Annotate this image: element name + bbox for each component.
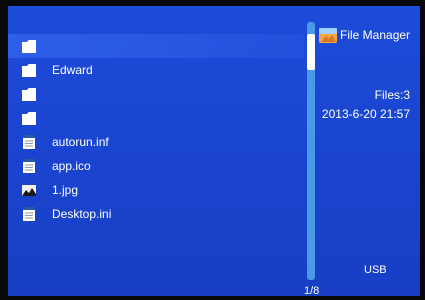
file-manager-icon [319,28,337,43]
file-name: autorun.inf [52,135,109,149]
app-header: File Manager [318,26,420,48]
document-icon [23,207,35,221]
files-count: Files:3 [374,88,410,102]
file-list-item-folder-1[interactable] [8,34,304,58]
file-list-item-folder-4[interactable] [8,106,304,130]
file-name: 1.jpg [52,183,79,197]
file-name: app.ico [52,159,91,173]
file-list-item-autorun[interactable]: autorun.inf [8,130,304,154]
image-icon [22,185,36,196]
file-list-item-app-ico[interactable]: app.ico [8,154,304,178]
scrollbar-thumb[interactable] [307,34,315,70]
document-icon [23,159,35,173]
folder-icon [22,88,36,101]
file-list-item-folder-3[interactable] [8,82,304,106]
file-list: Edward autorun.inf app.ico 1.jpg Desktop… [8,34,304,226]
folder-icon [22,40,36,53]
device-source: USB [364,264,387,276]
folder-icon [22,112,36,125]
page-indicator: 1/8 [304,285,320,296]
file-list-scrollbar[interactable] [307,22,315,280]
app-title: File Manager [340,28,411,42]
file-manager-screen: Edward autorun.inf app.ico 1.jpg Desktop… [8,6,420,296]
file-list-item-edward[interactable]: Edward [8,58,304,82]
document-icon [23,135,35,149]
file-name: Edward [52,63,93,77]
datetime: 2013-6-20 21:57 [321,107,410,121]
folder-icon [22,64,36,77]
file-list-item-1-jpg[interactable]: 1.jpg [8,178,304,202]
file-name: Desktop.ini [52,207,112,221]
file-list-item-desktop-ini[interactable]: Desktop.ini [8,202,304,226]
